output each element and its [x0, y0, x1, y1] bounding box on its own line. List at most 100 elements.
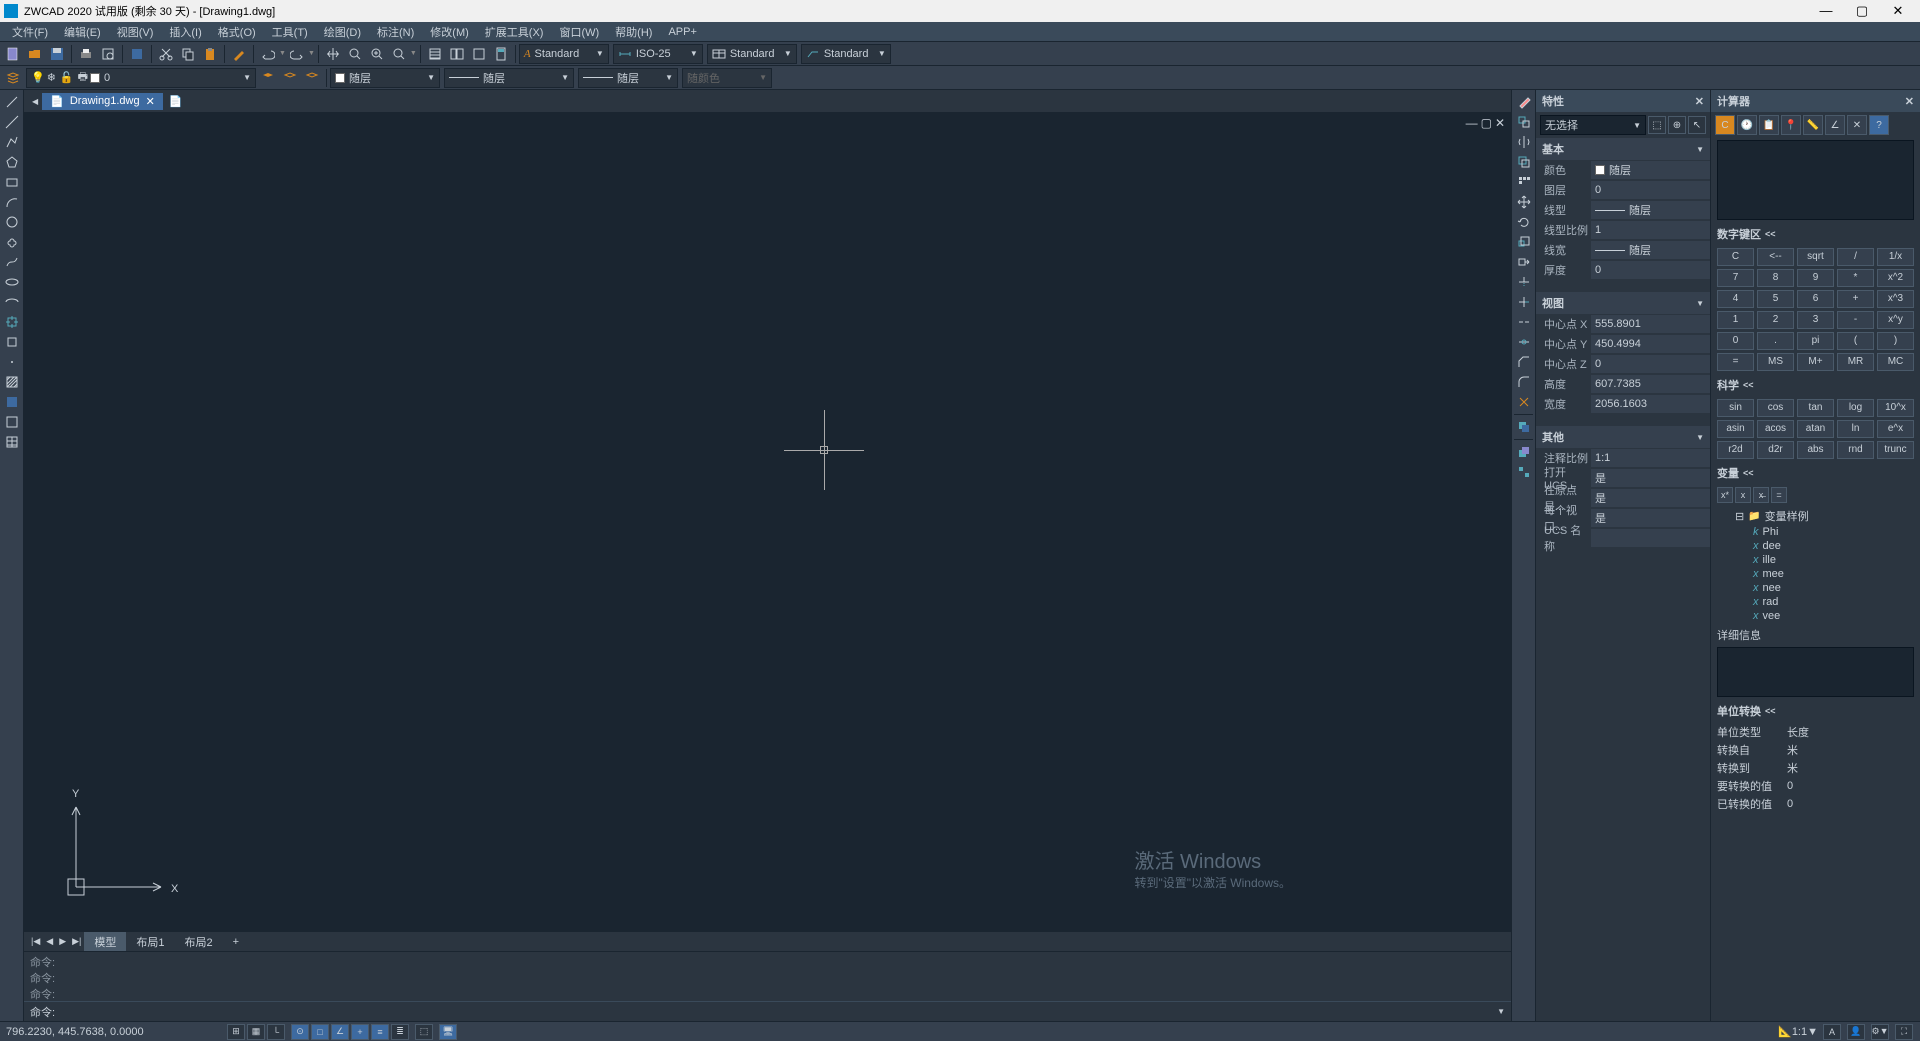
- prop-ltscale[interactable]: 1: [1591, 221, 1710, 239]
- point-button[interactable]: [2, 353, 22, 371]
- selection-dropdown[interactable]: 无选择▼: [1540, 115, 1646, 135]
- rotate-button[interactable]: [1514, 213, 1534, 231]
- lwt-button[interactable]: ≡: [371, 1024, 389, 1040]
- prop-center-z[interactable]: 0: [1591, 355, 1710, 373]
- line-button[interactable]: [2, 93, 22, 111]
- calc-key-1[interactable]: 1: [1717, 311, 1754, 329]
- calc-key-r2d[interactable]: r2d: [1717, 441, 1754, 459]
- calc-key-M[interactable]: M+: [1797, 353, 1834, 371]
- join-button[interactable]: [1514, 333, 1534, 351]
- calc-key-abs[interactable]: abs: [1797, 441, 1834, 459]
- calc-key-ln[interactable]: ln: [1837, 420, 1874, 438]
- prop-lineweight[interactable]: 随层: [1591, 241, 1710, 259]
- new-doc-tab-button[interactable]: 📄: [163, 93, 189, 110]
- properties-button[interactable]: [425, 44, 445, 64]
- mleader-style-dropdown[interactable]: Standard ▼: [801, 44, 891, 64]
- unit-value[interactable]: 0: [1787, 780, 1914, 792]
- layer-iso-button[interactable]: [302, 68, 322, 88]
- cycling-button[interactable]: ⬚: [415, 1024, 433, 1040]
- prop-color[interactable]: 随层: [1591, 161, 1710, 179]
- polygon-button[interactable]: [2, 153, 22, 171]
- table-button[interactable]: [2, 433, 22, 451]
- move-button[interactable]: [1514, 193, 1534, 211]
- ellipse-button[interactable]: [2, 273, 22, 291]
- lineweight-dropdown[interactable]: 随层 ▼: [578, 68, 678, 88]
- calc-key-e^x[interactable]: e^x: [1877, 420, 1914, 438]
- calc-key-8[interactable]: 8: [1757, 269, 1794, 287]
- calc-key-[interactable]: *: [1837, 269, 1874, 287]
- annovisibility-button[interactable]: 👤: [1847, 1024, 1865, 1040]
- calc-key-x3[interactable]: x^3: [1877, 290, 1914, 308]
- calc-key-5[interactable]: 5: [1757, 290, 1794, 308]
- mirror-button[interactable]: [1514, 133, 1534, 151]
- layout-first-button[interactable]: |◀: [28, 936, 43, 947]
- layout1-tab[interactable]: 布局1: [126, 932, 174, 952]
- calc-key-cos[interactable]: cos: [1757, 399, 1794, 417]
- coordinates[interactable]: 796.2230, 445.7638, 0.0000: [6, 1026, 206, 1038]
- mdi-close-button[interactable]: ✕: [1495, 116, 1505, 130]
- annoscale-status[interactable]: 📐1:1▼: [1778, 1025, 1818, 1038]
- array-button[interactable]: [1514, 173, 1534, 191]
- calc-key-[interactable]: .: [1757, 332, 1794, 350]
- menu-draw[interactable]: 绘图(D): [316, 22, 369, 42]
- publish-button[interactable]: [127, 44, 147, 64]
- calc-key-rnd[interactable]: rnd: [1837, 441, 1874, 459]
- grid-button[interactable]: ▦: [247, 1024, 265, 1040]
- minimize-button[interactable]: —: [1808, 0, 1844, 22]
- calc-key-[interactable]: /: [1837, 248, 1874, 266]
- copy-button[interactable]: [178, 44, 198, 64]
- maximize-button[interactable]: ▢: [1844, 0, 1880, 22]
- insert-block-button[interactable]: [2, 313, 22, 331]
- layout-next-button[interactable]: ▶: [56, 936, 69, 947]
- layout2-tab[interactable]: 布局2: [175, 932, 223, 952]
- calc-key-C[interactable]: C: [1717, 248, 1754, 266]
- section-basic-header[interactable]: 基本▼: [1536, 138, 1710, 160]
- calc-key-pi[interactable]: pi: [1797, 332, 1834, 350]
- prop-pervp[interactable]: 是: [1591, 509, 1710, 527]
- workspace-button[interactable]: ⚙▼: [1871, 1024, 1889, 1040]
- add-layout-button[interactable]: +: [223, 934, 249, 950]
- open-button[interactable]: [25, 44, 45, 64]
- calc-key-MR[interactable]: MR: [1837, 353, 1874, 371]
- menu-modify[interactable]: 修改(M): [422, 22, 477, 42]
- polar-button[interactable]: ⊙: [291, 1024, 309, 1040]
- layer-dropdown[interactable]: 💡 ❄ 🔓 🖶 0 ▼: [26, 68, 256, 88]
- var-item-ille[interactable]: xille: [1717, 553, 1914, 567]
- unit-type[interactable]: 长度: [1787, 724, 1914, 740]
- calc-key-[interactable]: +: [1837, 290, 1874, 308]
- var-tree[interactable]: ⊟📁变量样例 kPhixdeexillexmeexneexradxvee: [1711, 505, 1920, 625]
- var-edit-button[interactable]: x: [1735, 487, 1751, 503]
- otrack-button[interactable]: ∠: [331, 1024, 349, 1040]
- prop-ucsopen[interactable]: 是: [1591, 469, 1710, 487]
- linetype-dropdown[interactable]: 随层 ▼: [444, 68, 574, 88]
- color-dropdown[interactable]: 随层 ▼: [330, 68, 440, 88]
- xline-button[interactable]: [2, 113, 22, 131]
- calc-key-[interactable]: =: [1717, 353, 1754, 371]
- calc-distance-button[interactable]: 📏: [1803, 115, 1823, 135]
- calc-key-trunc[interactable]: trunc: [1877, 441, 1914, 459]
- calc-key-[interactable]: -: [1837, 311, 1874, 329]
- calc-getcoord-button[interactable]: 📍: [1781, 115, 1801, 135]
- close-tab-icon[interactable]: ✕: [146, 95, 155, 108]
- layout-last-button[interactable]: ▶|: [69, 936, 84, 947]
- zoom-window-button[interactable]: [367, 44, 387, 64]
- calc-key-2[interactable]: 2: [1757, 311, 1794, 329]
- select-similar-button[interactable]: [1514, 463, 1534, 481]
- calc-key-d2r[interactable]: d2r: [1757, 441, 1794, 459]
- var-new-button[interactable]: x*: [1717, 487, 1733, 503]
- var-item-dee[interactable]: xdee: [1717, 539, 1914, 553]
- dyn-button[interactable]: +: [351, 1024, 369, 1040]
- match-properties-button[interactable]: [229, 44, 249, 64]
- var-delete-button[interactable]: x̶: [1753, 487, 1769, 503]
- calc-button[interactable]: [491, 44, 511, 64]
- dim-style-dropdown[interactable]: ISO-25 ▼: [613, 44, 703, 64]
- unit-header[interactable]: 单位转换<<: [1711, 699, 1920, 723]
- rectangle-button[interactable]: [2, 173, 22, 191]
- draworder-button[interactable]: [1514, 418, 1534, 436]
- menu-file[interactable]: 文件(F): [4, 22, 56, 42]
- selection-cycle-button[interactable]: [1514, 443, 1534, 461]
- prop-ucsname[interactable]: [1591, 529, 1710, 547]
- menu-dimension[interactable]: 标注(N): [369, 22, 422, 42]
- design-center-button[interactable]: [447, 44, 467, 64]
- calc-key-9[interactable]: 9: [1797, 269, 1834, 287]
